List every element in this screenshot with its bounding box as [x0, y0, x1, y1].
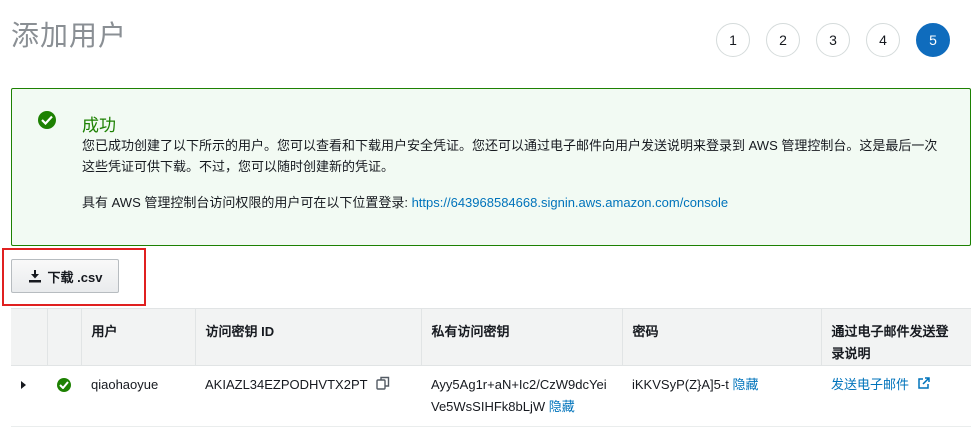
alert-title: 成功: [82, 116, 116, 135]
table-header-row: 用户 访问密钥 ID 私有访问密钥 密码 通过电子邮件发送登录说明: [11, 308, 971, 366]
row-expand-cell[interactable]: [11, 365, 47, 427]
secret-hide-link[interactable]: 隐藏: [549, 399, 575, 414]
header-secret-key[interactable]: 私有访问密钥: [421, 308, 623, 366]
row-user: qiaohaoyue: [81, 365, 195, 427]
row-access-key-id: AKIAZL34EZPODHVTX2PT: [205, 377, 368, 392]
password-hide-link[interactable]: 隐藏: [732, 377, 758, 392]
send-email-link[interactable]: 发送电子邮件: [831, 377, 930, 392]
row-secret-key-cell: Ayy5Ag1r+aN+Ic2/CzW9dcYeiVe5WsSIHFk8bLjW…: [421, 365, 622, 427]
alert-message: 您已成功创建了以下所示的用户。您可以查看和下载用户安全凭证。您还可以通过电子邮件…: [82, 138, 938, 174]
wizard-steps: 1 2 3 4 5: [716, 23, 950, 57]
row-status-cell: [47, 365, 81, 427]
download-csv-button[interactable]: 下载 .csv: [11, 259, 119, 293]
row-secret-key: Ayy5Ag1r+aN+Ic2/CzW9dcYeiVe5WsSIHFk8bLjW: [431, 377, 607, 414]
header-user[interactable]: 用户: [81, 308, 196, 366]
step-1[interactable]: 1: [716, 23, 750, 57]
header-expand: [11, 308, 48, 366]
step-2[interactable]: 2: [766, 23, 800, 57]
send-email-label: 发送电子邮件: [831, 377, 910, 392]
expand-caret-icon[interactable]: [21, 381, 26, 389]
status-success-icon: [57, 378, 71, 392]
header-password[interactable]: 密码: [622, 308, 822, 366]
console-login-line: 具有 AWS 管理控制台访问权限的用户可在以下位置登录: https://643…: [82, 192, 728, 211]
success-check-icon: [38, 111, 56, 129]
external-link-icon: [917, 377, 930, 389]
download-csv-label: 下载 .csv: [47, 269, 103, 285]
step-3[interactable]: 3: [816, 23, 850, 57]
header-email[interactable]: 通过电子邮件发送登录说明: [821, 308, 971, 366]
table-row: qiaohaoyue AKIAZL34EZPODHVTX2PT Ayy5Ag1r…: [11, 365, 971, 427]
users-table: 用户 访问密钥 ID 私有访问密钥 密码 通过电子邮件发送登录说明 qiaoha…: [11, 308, 971, 427]
success-alert: 成功 您已成功创建了以下所示的用户。您可以查看和下载用户安全凭证。您还可以通过电…: [11, 88, 971, 246]
console-login-label: 具有 AWS 管理控制台访问权限的用户可在以下位置登录:: [82, 195, 412, 210]
row-access-key-cell: AKIAZL34EZPODHVTX2PT: [195, 365, 421, 427]
console-login-link[interactable]: https://643968584668.signin.aws.amazon.c…: [412, 195, 729, 210]
row-password: iKKVSyP(Z}A]5-t: [632, 377, 729, 392]
step-5-active[interactable]: 5: [916, 23, 950, 57]
header-status: [47, 308, 82, 366]
row-email-cell: 发送电子邮件: [821, 365, 971, 427]
header-access-key-id[interactable]: 访问密钥 ID: [195, 308, 422, 366]
row-password-cell: iKKVSyP(Z}A]5-t 隐藏: [622, 365, 821, 427]
download-icon: [28, 269, 41, 282]
copy-icon[interactable]: [375, 375, 390, 397]
step-4[interactable]: 4: [866, 23, 900, 57]
page-title: 添加用户: [11, 20, 128, 51]
